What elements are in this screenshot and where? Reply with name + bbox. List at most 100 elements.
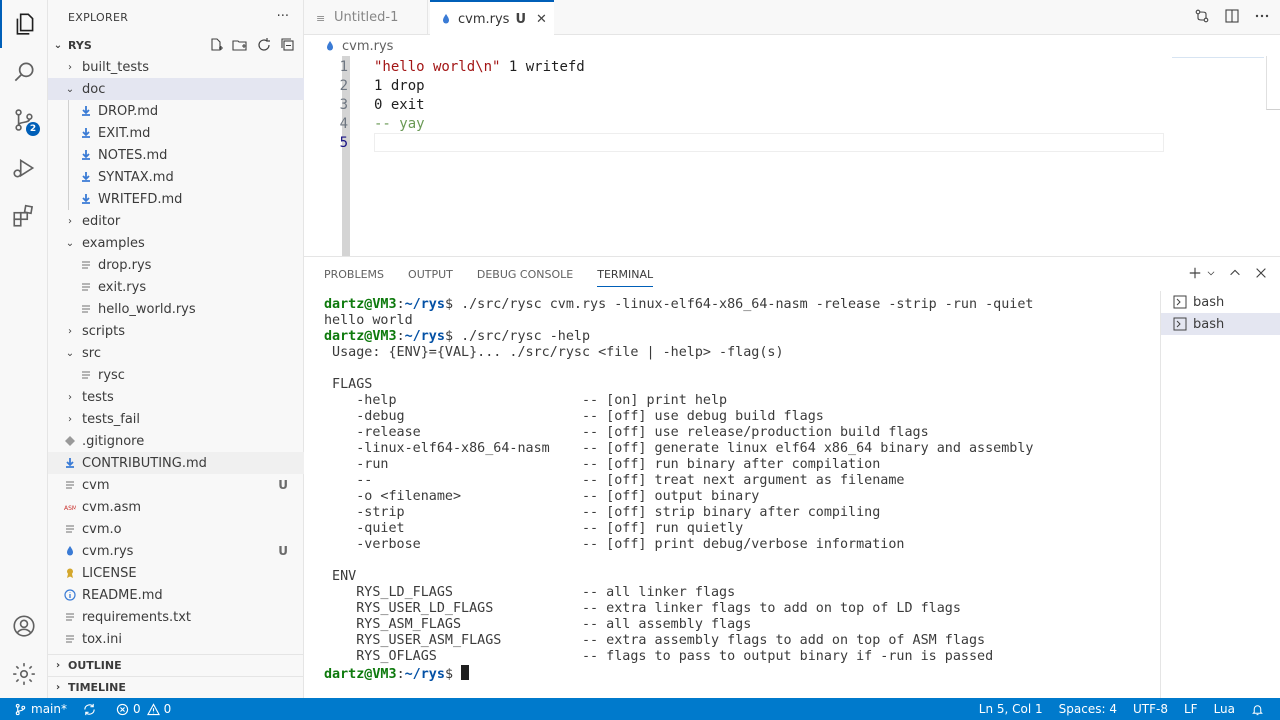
file-item[interactable]: WRITEFD.md xyxy=(48,188,304,210)
code-text: 1 drop xyxy=(374,78,425,94)
folder-item[interactable]: › built_tests xyxy=(48,56,304,78)
code-line[interactable]: 3 0 exit xyxy=(304,95,1164,114)
terminal-output[interactable]: dartz@VM3:~/rys$ ./src/rysc cvm.rys -lin… xyxy=(324,297,1154,682)
file-item[interactable]: requirements.txt xyxy=(48,606,304,628)
panel-tab-debug-console[interactable]: DEBUG CONSOLE xyxy=(477,268,573,281)
scm-badge: 2 xyxy=(26,122,40,136)
terminal-item-bash-2[interactable]: bash xyxy=(1161,313,1280,335)
prompt-path: ~/rys xyxy=(404,667,445,682)
file-item[interactable]: hello_world.rys xyxy=(48,298,304,320)
terminal-text: -strip -- [off] strip binary after compi… xyxy=(324,505,881,520)
file-item[interactable]: cvm U xyxy=(48,474,304,496)
refresh-icon[interactable] xyxy=(256,37,272,53)
collapse-all-icon[interactable] xyxy=(280,37,296,53)
text-file-icon xyxy=(62,479,78,491)
new-file-icon[interactable] xyxy=(208,37,224,53)
notifications-icon[interactable] xyxy=(1243,698,1280,720)
terminal-line: RYS_OFLAGS -- flags to pass to output bi… xyxy=(324,649,1154,665)
chevron-down-icon: ⌄ xyxy=(53,39,63,51)
terminal-label: bash xyxy=(1193,316,1225,332)
source-control-icon[interactable]: 2 xyxy=(0,96,48,144)
file-item[interactable]: tox.ini xyxy=(48,628,304,650)
code-line[interactable]: 5 xyxy=(304,133,1164,152)
breadcrumb-file: cvm.rys xyxy=(342,38,394,54)
terminal-text: RYS_LD_FLAGS -- all linker flags xyxy=(324,585,736,600)
open-changes-icon[interactable] xyxy=(1194,8,1210,24)
branch-indicator[interactable]: main* xyxy=(0,698,75,720)
workspace-root-header[interactable]: ⌄ RYS xyxy=(48,34,304,56)
folder-item[interactable]: › editor xyxy=(48,210,304,232)
maximize-panel-icon[interactable] xyxy=(1228,266,1242,280)
code-line[interactable]: 1 "hello world\n" 1 writefd xyxy=(304,57,1164,76)
terminal-text: RYS_ASM_FLAGS -- all assembly flags xyxy=(324,617,752,632)
more-actions-icon[interactable] xyxy=(1254,8,1270,24)
terminal-text: RYS_USER_LD_FLAGS -- extra linker flags … xyxy=(324,601,961,616)
file-item[interactable]: SYNTAX.md xyxy=(48,166,304,188)
file-item[interactable]: LICENSE xyxy=(48,562,304,584)
file-item[interactable]: README.md xyxy=(48,584,304,606)
folder-item[interactable]: ⌄ doc xyxy=(48,78,304,100)
panel-tab-problems[interactable]: PROBLEMS xyxy=(324,268,384,281)
new-terminal-icon[interactable] xyxy=(1188,266,1202,280)
editor-scrollbar[interactable] xyxy=(1266,56,1280,110)
breadcrumb[interactable]: cvm.rys xyxy=(304,36,393,56)
encoding[interactable]: UTF-8 xyxy=(1125,698,1176,720)
minimap[interactable] xyxy=(1172,57,1264,67)
timeline-section-header[interactable]: › TIMELINE xyxy=(48,676,304,698)
explorer-icon[interactable] xyxy=(0,0,48,48)
outline-section-header[interactable]: › OUTLINE xyxy=(48,654,304,676)
code-editor[interactable]: 1 "hello world\n" 1 writefd 2 1 drop 3 0 exit… xyxy=(304,56,1280,254)
end-of-line[interactable]: LF xyxy=(1176,698,1206,720)
panel-tab-output[interactable]: OUTPUT xyxy=(408,268,453,281)
chevron-down-icon[interactable] xyxy=(1206,268,1216,278)
close-panel-icon[interactable] xyxy=(1254,266,1268,280)
new-folder-icon[interactable] xyxy=(232,37,248,53)
file-item[interactable]: EXIT.md xyxy=(48,122,304,144)
code-line[interactable]: 4 -- yay xyxy=(304,114,1164,133)
folder-item[interactable]: › tests xyxy=(48,386,304,408)
file-item[interactable]: .gitignore xyxy=(48,430,304,452)
folder-item[interactable]: › scripts xyxy=(48,320,304,342)
license-icon xyxy=(62,567,78,579)
cursor-position[interactable]: Ln 5, Col 1 xyxy=(971,698,1051,720)
file-item[interactable]: NOTES.md xyxy=(48,144,304,166)
file-item[interactable]: DROP.md xyxy=(48,100,304,122)
panel-tab-terminal[interactable]: TERMINAL xyxy=(597,268,654,287)
chevron-right-icon: › xyxy=(55,682,61,693)
terminal-line: dartz@VM3:~/rys$ xyxy=(324,665,1154,682)
extensions-icon[interactable] xyxy=(0,192,48,240)
more-actions-icon[interactable]: ··· xyxy=(277,9,289,24)
folder-item[interactable]: ⌄ examples xyxy=(48,232,304,254)
chevron-right-icon: › xyxy=(68,61,72,73)
tree-item-label: cvm.rys xyxy=(82,543,134,559)
folder-item[interactable]: ⌄ src xyxy=(48,342,304,364)
file-item[interactable]: cvm.rys U xyxy=(48,540,304,562)
tree-item-label: cvm xyxy=(82,477,110,493)
file-item[interactable]: ASM cvm.asm xyxy=(48,496,304,518)
file-item[interactable]: cvm.o xyxy=(48,518,304,540)
tree-item-label: requirements.txt xyxy=(82,609,192,625)
tab-untitled-1[interactable]: ≡ Untitled-1 xyxy=(304,0,428,35)
file-item[interactable]: rysc xyxy=(48,364,304,386)
file-item[interactable]: exit.rys xyxy=(48,276,304,298)
accounts-icon[interactable] xyxy=(0,602,48,650)
tab-cvm-rys[interactable]: cvm.rys U ✕ xyxy=(430,0,554,36)
file-item[interactable]: drop.rys xyxy=(48,254,304,276)
language-mode[interactable]: Lua xyxy=(1206,698,1243,720)
problems-indicator[interactable]: 0 0 xyxy=(108,698,179,720)
git-status-badge: U xyxy=(278,478,288,492)
search-icon[interactable] xyxy=(0,48,48,96)
indentation[interactable]: Spaces: 4 xyxy=(1051,698,1125,720)
tab-close-icon[interactable]: ✕ xyxy=(536,12,547,27)
terminal-item-bash-1[interactable]: bash xyxy=(1161,291,1280,313)
folder-item[interactable]: › tests_fail xyxy=(48,408,304,430)
run-debug-icon[interactable] xyxy=(0,144,48,192)
split-editor-icon[interactable] xyxy=(1224,8,1240,24)
code-line[interactable]: 2 1 drop xyxy=(304,76,1164,95)
file-item[interactable]: CONTRIBUTING.md xyxy=(48,452,304,474)
manage-gear-icon[interactable] xyxy=(0,650,48,698)
sync-button[interactable] xyxy=(75,698,108,720)
tree-item-label: README.md xyxy=(82,587,163,603)
